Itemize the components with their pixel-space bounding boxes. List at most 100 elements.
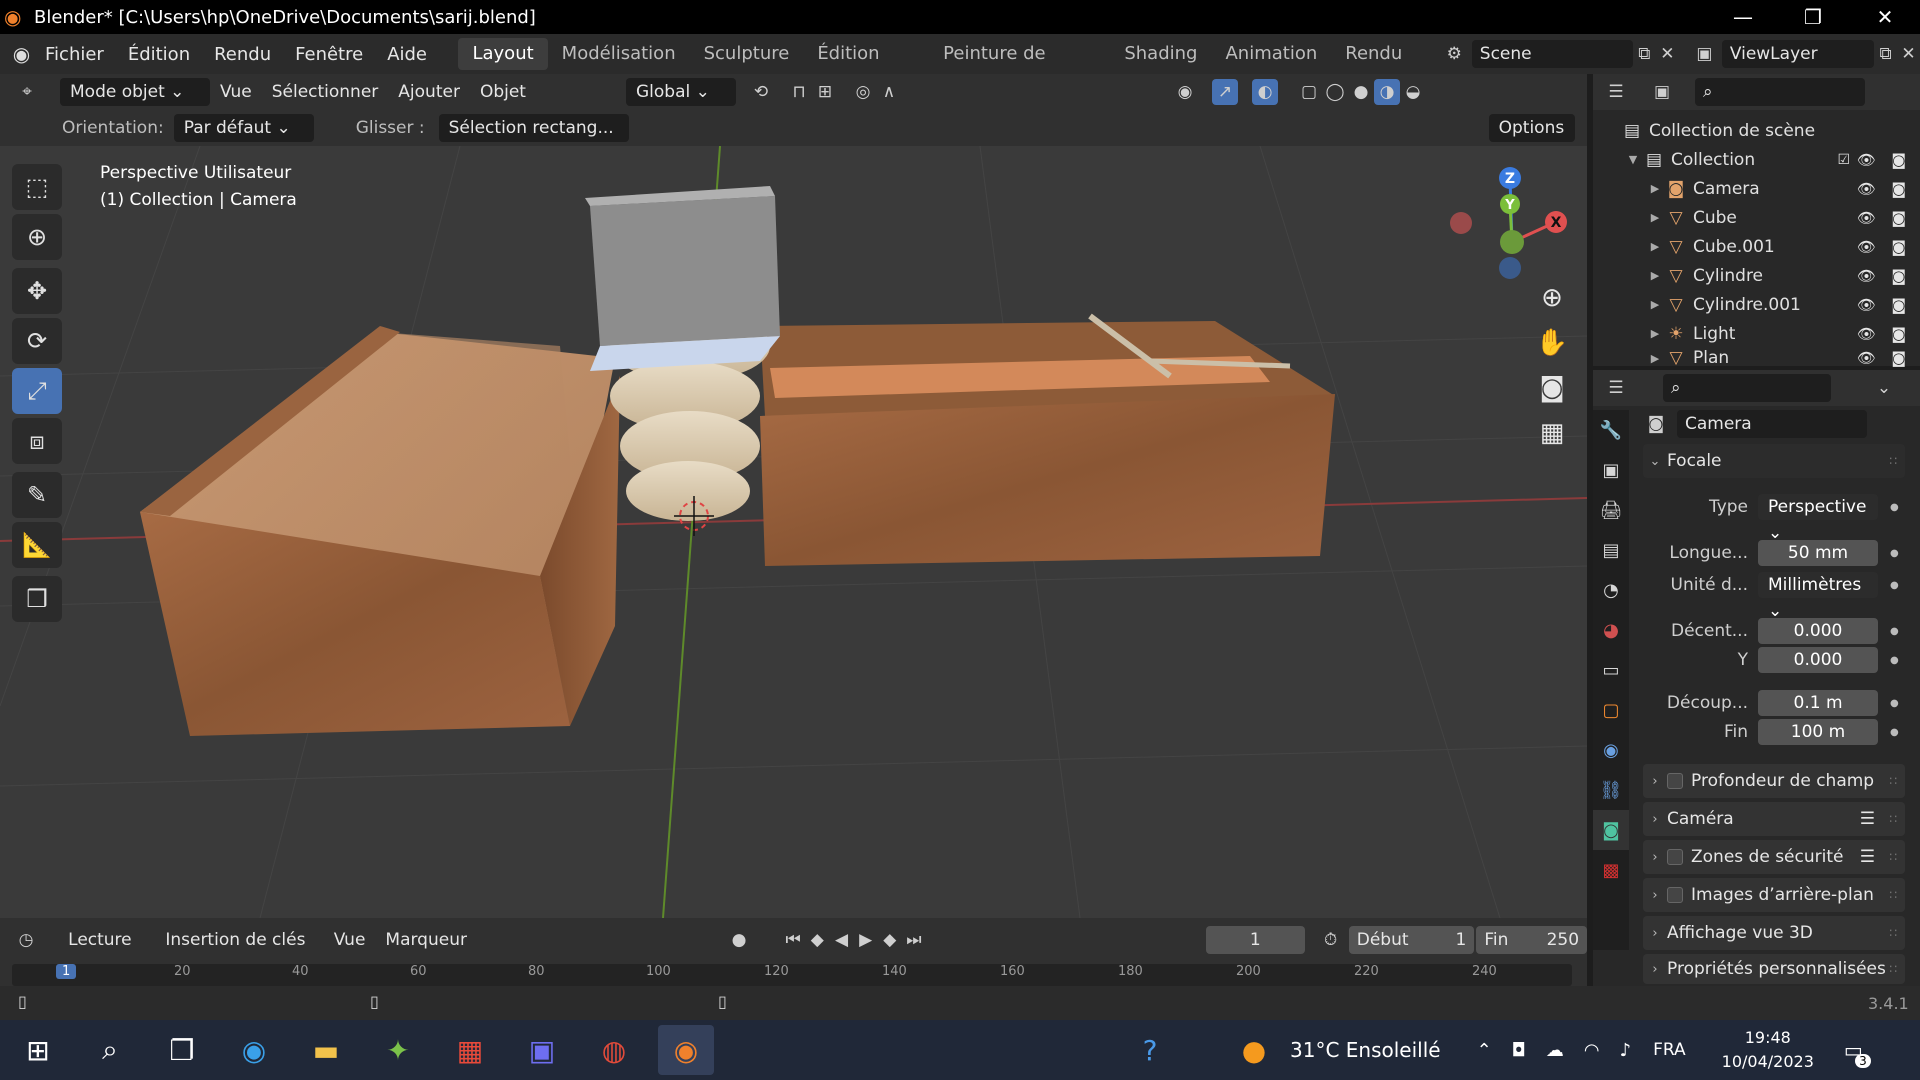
language-indicator[interactable]: FRA bbox=[1653, 1040, 1686, 1060]
add-cube-icon[interactable]: ❒ bbox=[12, 576, 62, 622]
help-icon[interactable]: ? bbox=[1122, 1025, 1178, 1075]
menu-lecture[interactable]: Lecture ⌄ bbox=[58, 926, 155, 978]
xray-icon[interactable]: ▢ bbox=[1296, 79, 1322, 105]
menu-insertion-cles[interactable]: Insertion de clés ⌄ bbox=[155, 926, 323, 978]
outliner-item[interactable]: ▶ ◙ Camera 👁 ◙ bbox=[1593, 174, 1920, 203]
preset-list-icon[interactable]: ☰ bbox=[1860, 809, 1875, 829]
prop-clip-start-field[interactable]: 0.1 m bbox=[1758, 690, 1878, 716]
store-icon[interactable]: ▦ bbox=[442, 1025, 498, 1075]
eye-icon[interactable]: 👁 bbox=[1857, 325, 1876, 343]
rotate-icon[interactable]: ⟳ bbox=[12, 318, 62, 364]
physics-tab-icon[interactable]: ◉ bbox=[1593, 730, 1629, 770]
drag-handle-icon[interactable]: ∷ bbox=[1889, 888, 1897, 902]
tab-sculpture[interactable]: Sculpture bbox=[690, 38, 804, 70]
shading-material-icon[interactable]: ◑ bbox=[1373, 79, 1400, 105]
task-view-icon[interactable]: ❐ bbox=[154, 1025, 210, 1075]
delete-viewlayer-icon[interactable]: ✕ bbox=[1897, 41, 1920, 67]
object-tab-icon[interactable]: ▢ bbox=[1593, 690, 1629, 730]
end-frame-field[interactable]: Fin 250 bbox=[1476, 926, 1588, 954]
constraints-tab-icon[interactable]: ⛓ bbox=[1593, 770, 1629, 810]
play-reverse-icon[interactable]: ◀ bbox=[829, 927, 853, 953]
outliner-item[interactable]: ▶ ▽ Cylindre.001 👁 ◙ bbox=[1593, 290, 1920, 319]
eye-icon[interactable]: 👁 bbox=[1857, 349, 1876, 367]
record-icon[interactable]: ● bbox=[727, 927, 751, 953]
gizmo-toggle-icon[interactable]: ↗ bbox=[1211, 79, 1238, 105]
menu-selectionner[interactable]: Sélectionner bbox=[262, 78, 389, 106]
play-icon[interactable]: ▶ bbox=[854, 927, 878, 953]
notification-icon[interactable]: ▭ 3 bbox=[1844, 1038, 1871, 1068]
render-camera-icon[interactable]: ◙ bbox=[1891, 349, 1906, 367]
outliner-item[interactable]: ▶ ☀ Light 👁 ◙ bbox=[1593, 319, 1920, 348]
menu-timeline-vue[interactable]: Vue bbox=[324, 926, 376, 954]
panel-background-images[interactable]: › Images d’arrière-plan ∷ bbox=[1643, 878, 1905, 912]
preset-list-icon[interactable]: ☰ bbox=[1860, 847, 1875, 867]
drag-handle-icon[interactable]: ∷ bbox=[1889, 774, 1897, 788]
start-icon[interactable]: ⊞ bbox=[10, 1025, 66, 1075]
wifi-icon[interactable]: ◠ bbox=[1584, 1040, 1600, 1061]
render-camera-icon[interactable]: ◙ bbox=[1891, 325, 1906, 343]
viewlayer-icon[interactable]: ▣ bbox=[1693, 41, 1716, 67]
prop-focal-field[interactable]: 50 mm bbox=[1758, 540, 1878, 566]
teams-icon[interactable]: ▣ bbox=[514, 1025, 570, 1075]
new-scene-icon[interactable]: ⧉ bbox=[1633, 41, 1656, 67]
render-camera-icon[interactable]: ◙ bbox=[1891, 267, 1906, 285]
clock[interactable]: 19:48 10/04/2023 bbox=[1722, 1026, 1814, 1074]
panel-depth-of-field[interactable]: › Profondeur de champ ∷ bbox=[1643, 764, 1905, 798]
keyframe-dot-icon[interactable]: ● bbox=[1890, 698, 1899, 709]
scale-icon[interactable]: ⤢ bbox=[12, 368, 62, 414]
render-camera-icon[interactable]: ◙ bbox=[1891, 209, 1906, 227]
camera-data-tab-icon[interactable]: ◙ bbox=[1593, 810, 1629, 850]
options-dropdown[interactable]: Options ⌄ bbox=[1488, 114, 1575, 166]
visibility-icon[interactable]: ◉ bbox=[1172, 79, 1198, 105]
keyframe-dot-icon[interactable]: ● bbox=[1890, 655, 1899, 666]
current-frame-field[interactable]: 1 bbox=[1205, 926, 1305, 954]
measure-icon[interactable]: 📐 bbox=[12, 522, 62, 568]
menu-fichier[interactable]: Fichier bbox=[33, 44, 116, 65]
close-button[interactable]: ✕ bbox=[1850, 0, 1920, 34]
tab-modelisation[interactable]: Modélisation bbox=[548, 38, 690, 70]
cube-right-box[interactable] bbox=[760, 313, 1335, 566]
properties-search-input[interactable]: ⌕ bbox=[1663, 374, 1831, 402]
checkbox-icon[interactable]: ☑ bbox=[1837, 152, 1850, 168]
eye-icon[interactable]: 👁 bbox=[1857, 267, 1876, 285]
camera-view-icon[interactable]: ◙ bbox=[1539, 373, 1564, 403]
cursor-tool-icon[interactable]: ⊕ bbox=[12, 214, 62, 260]
prev-keyframe-icon[interactable]: ◆ bbox=[805, 927, 829, 953]
annotate-icon[interactable]: ✎ bbox=[12, 472, 62, 518]
panel-camera[interactable]: › Caméra ☰ ∷ bbox=[1643, 802, 1905, 836]
drag-handle-icon[interactable]: ∷ bbox=[1889, 454, 1897, 468]
menu-vue[interactable]: Vue bbox=[210, 78, 262, 106]
chrome-icon[interactable]: ◍ bbox=[586, 1025, 642, 1075]
next-keyframe-icon[interactable]: ◆ bbox=[878, 927, 902, 953]
render-camera-icon[interactable]: ◙ bbox=[1891, 180, 1906, 198]
tab-edition-uv[interactable]: Édition d’UV bbox=[803, 38, 929, 96]
outliner-scene-collection[interactable]: ▤ Collection de scène bbox=[1593, 116, 1920, 145]
timeline-ruler[interactable] bbox=[12, 964, 1572, 986]
meet-icon[interactable]: ◘ bbox=[1512, 1040, 1526, 1061]
new-viewlayer-icon[interactable]: ⧉ bbox=[1874, 41, 1897, 67]
keyframe-dot-icon[interactable]: ● bbox=[1890, 626, 1899, 637]
menu-ajouter[interactable]: Ajouter bbox=[388, 78, 470, 106]
tab-peinture-texture[interactable]: Peinture de texture bbox=[929, 38, 1110, 96]
panel-safe-areas[interactable]: › Zones de sécurité ☰ ∷ bbox=[1643, 840, 1905, 874]
menu-marqueur[interactable]: Marqueur bbox=[375, 926, 477, 954]
display-mode-icon[interactable]: ▣ bbox=[1649, 79, 1675, 105]
shading-solid-icon[interactable]: ● bbox=[1348, 79, 1374, 105]
shading-rendered-icon[interactable]: ◒ bbox=[1400, 79, 1426, 105]
world-tab-icon[interactable]: ◕ bbox=[1593, 610, 1629, 650]
menu-fenetre[interactable]: Fenêtre bbox=[283, 44, 375, 65]
collection-tab-icon[interactable]: ▭ bbox=[1593, 650, 1629, 690]
tool-tab-icon[interactable]: 🔧 bbox=[1593, 410, 1629, 450]
falloff-icon[interactable]: ∧ bbox=[876, 79, 902, 105]
render-camera-icon[interactable]: ◙ bbox=[1891, 151, 1906, 169]
outliner-type-icon[interactable]: ☰ bbox=[1603, 79, 1629, 105]
camera-data-icon[interactable]: ◙ bbox=[1643, 411, 1669, 437]
start-frame-field[interactable]: Début 1 bbox=[1348, 926, 1475, 954]
bg-images-checkbox[interactable] bbox=[1667, 887, 1683, 903]
cloud-icon[interactable]: ☁ bbox=[1546, 1040, 1564, 1061]
prop-type-dropdown[interactable]: Perspective ⌄ bbox=[1758, 494, 1878, 543]
expand-chevron-icon[interactable]: ▼ bbox=[1623, 153, 1643, 166]
shading-wireframe-icon[interactable]: ◯ bbox=[1322, 79, 1348, 105]
timeline-type-icon[interactable]: ◷ bbox=[14, 927, 38, 953]
menu-aide[interactable]: Aide bbox=[375, 44, 439, 65]
